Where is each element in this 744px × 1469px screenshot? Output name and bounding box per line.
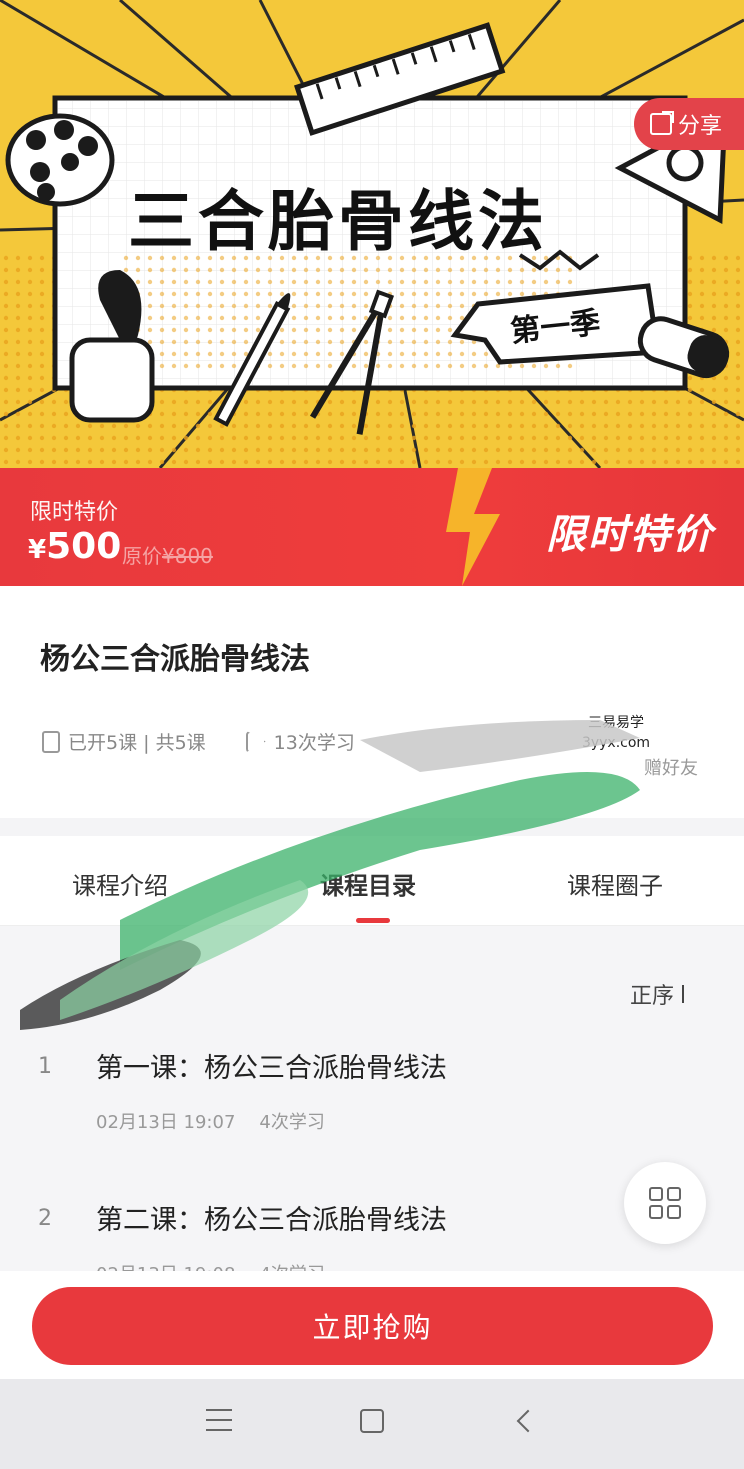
banner-title: 三合胎骨线法 [128,183,548,260]
lesson-number: 1 [38,1054,52,1079]
course-info: 杨公三合派胎骨线法 已开5课 | 共5课 13次学习 赠好友 三易易学 3yyx… [0,586,744,818]
lesson-title: 第一课：杨公三合派胎骨线法 [96,1053,447,1084]
gift-friend-link[interactable]: 赠好友 [644,754,698,780]
menu-grid-button[interactable] [624,1162,706,1244]
original-price-prefix: 原价 [122,544,162,568]
price-label: 限时特价 [30,500,119,525]
tab-course-intro[interactable]: 课程介绍 [72,866,168,901]
original-price-value: ¥800 [162,544,213,568]
season-badge: 第一季 [508,305,602,350]
watermark: 三易易学 3yyx.com [488,709,744,757]
sort-toggle[interactable]: 正序 [630,978,704,1010]
back-icon[interactable] [516,1409,540,1433]
tab-course-catalog[interactable]: 课程目录 [320,866,416,901]
currency-symbol: ¥ [28,535,47,565]
sort-icon [682,985,704,1003]
lesson-title: 第二课：杨公三合派胎骨线法 [96,1205,447,1236]
book-icon [42,730,60,753]
lesson-date: 02月13日 19:07 [96,1112,236,1133]
course-title: 杨公三合派胎骨线法 [40,642,310,677]
share-icon [650,111,674,135]
lesson-study-count: 4次学习 [259,1112,325,1133]
price-bar: 限时特价 ¥500 原价¥800 限时特价 [0,468,744,586]
course-banner: 三合胎骨线法 第一季 分享 [0,0,744,468]
current-price-value: 500 [46,526,122,567]
share-label: 分享 [678,114,723,139]
home-icon[interactable] [360,1409,384,1433]
tab-course-circle[interactable]: 课程圈子 [567,866,663,901]
share-button[interactable]: 分享 [634,98,744,150]
menu-icon[interactable] [206,1409,232,1431]
lessons-status: 已开5课 | 共5课 [42,728,206,755]
study-count-text: 13次学习 [273,732,355,754]
lesson-number: 2 [38,1206,52,1231]
page: 三合胎骨线法 第一季 分享 限时特价 ¥500 原价¥800 限时特价 杨公三合… [0,0,744,1469]
flash-sale-title: 限时特价 [546,512,714,558]
lessons-status-text: 已开5课 | 共5课 [68,732,206,754]
lightning-icon [446,468,500,586]
tab-bar: 课程介绍 课程目录 课程圈子 [0,836,744,926]
system-navigation-bar [0,1379,744,1469]
buy-now-button[interactable]: 立即抢购 [32,1287,713,1365]
sort-label: 正序 [629,984,674,1009]
current-price: ¥500 [28,526,121,567]
watermark-line2: 3yyx.com [581,735,651,751]
lesson-meta: 02月13日 19:07 4次学习 [96,1108,349,1134]
bottom-cta-bar: 立即抢购 [0,1271,744,1379]
watermark-line1: 三易易学 [588,715,644,731]
original-price: 原价¥800 [122,540,213,569]
play-icon [245,730,266,753]
study-count: 13次学习 [245,728,355,755]
active-tab-indicator [356,918,390,923]
grid-icon [649,1187,681,1219]
course-meta: 已开5课 | 共5课 13次学习 [42,728,395,755]
